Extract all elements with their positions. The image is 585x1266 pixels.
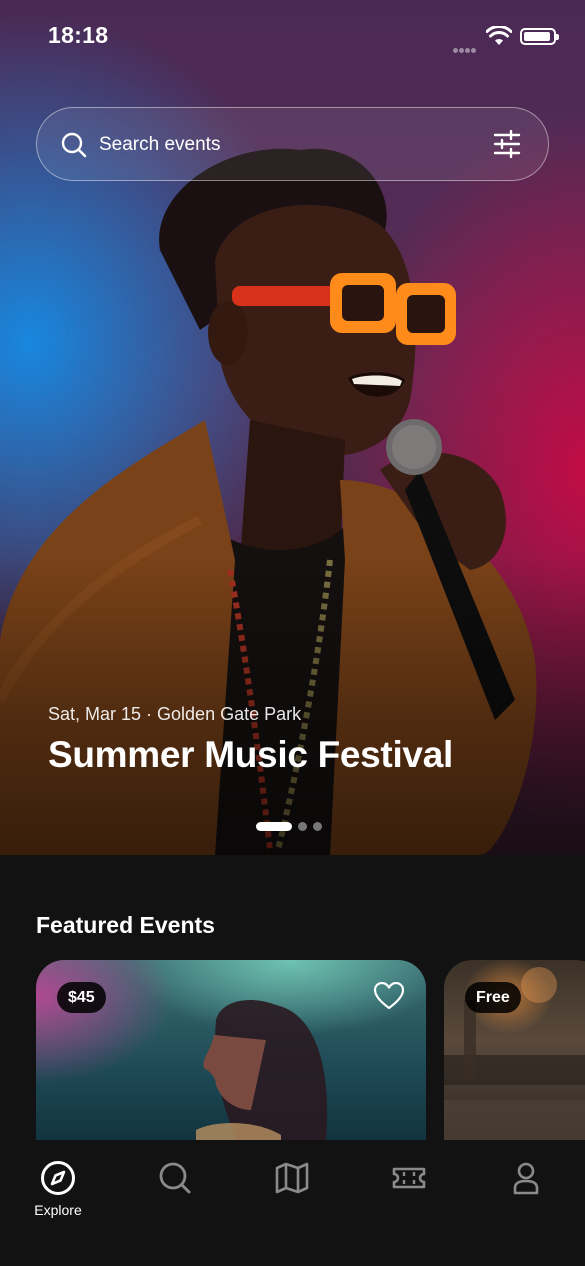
filter-sliders-icon[interactable] xyxy=(493,130,521,158)
tab-explore-label: Explore xyxy=(34,1202,82,1218)
ticket-icon xyxy=(392,1167,426,1189)
compass-icon xyxy=(41,1161,75,1195)
search-input[interactable] xyxy=(99,128,459,162)
status-time: 18:18 xyxy=(48,22,109,48)
heart-icon[interactable] xyxy=(374,982,404,1010)
tab-tickets[interactable] xyxy=(369,1160,449,1196)
hero-pager[interactable] xyxy=(256,822,328,832)
tab-profile[interactable] xyxy=(486,1160,566,1196)
profile-icon xyxy=(513,1162,539,1195)
hero-event-title: Summer Music Festival xyxy=(48,734,453,775)
search-bar[interactable] xyxy=(36,107,549,181)
price-badge: Free xyxy=(465,982,521,1013)
bottom-tab-bar: Explore xyxy=(0,1140,585,1266)
cellular-signal-icon xyxy=(453,40,477,58)
tab-explore[interactable]: Explore xyxy=(18,1160,98,1218)
tab-map[interactable] xyxy=(252,1160,332,1196)
featured-section-title: Featured Events xyxy=(36,912,215,938)
hero-event-meta: Sat, Mar 15 · Golden Gate Park xyxy=(48,704,302,724)
search-icon xyxy=(159,1162,191,1194)
map-icon xyxy=(275,1162,309,1194)
battery-icon xyxy=(520,28,559,45)
wifi-icon xyxy=(486,26,512,45)
featured-event-card[interactable]: Free xyxy=(444,960,585,1140)
price-badge: $45 xyxy=(57,982,106,1013)
featured-event-card[interactable]: $45 xyxy=(36,960,426,1140)
pager-dot-active[interactable] xyxy=(256,822,292,831)
pager-dot[interactable] xyxy=(313,822,322,831)
pager-dot[interactable] xyxy=(298,822,307,831)
status-bar: 18:18 xyxy=(0,0,585,74)
search-icon xyxy=(61,132,87,158)
tab-search[interactable] xyxy=(135,1160,215,1196)
